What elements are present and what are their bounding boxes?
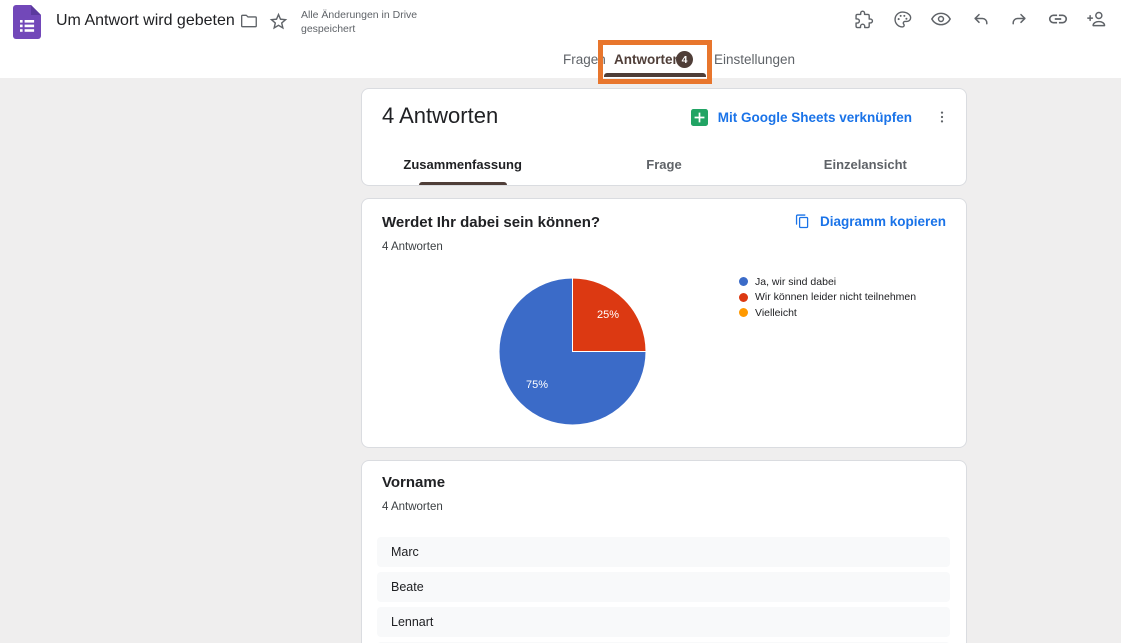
answer-row: Marc [377,537,950,567]
add-ons-button[interactable] [851,7,875,31]
subtab-einzelansicht[interactable]: Einzelansicht [765,143,966,185]
link-icon [1048,14,1068,24]
legend-item: Wir können leider nicht teilnehmen [739,290,916,306]
legend-dot-orange [739,308,748,318]
puzzle-icon [854,10,873,28]
person-add-icon [1087,11,1106,27]
legend-dot-blue [739,277,748,287]
question-title: Vorname [382,474,446,491]
google-forms-icon[interactable] [13,5,41,39]
question-summary-card: Werdet Ihr dabei sein können? 4 Antworte… [361,198,967,448]
folder-icon [241,14,257,28]
active-subtab-indicator [418,181,507,185]
responses-header-card: 4 Antworten Mit Google Sheets verknüpfen… [361,88,967,186]
redo-icon [1011,13,1026,25]
tab-antworten[interactable]: Antworten [614,52,681,67]
google-sheets-icon [690,108,708,126]
google-forms-responses-page: Um Antwort wird gebeten Alle Änderungen … [0,0,1121,643]
header-toolbar [851,7,1109,31]
responses-count-title: 4 Antworten [382,103,499,128]
autosave-status: Alle Änderungen in Drive gespeichert [301,9,418,36]
customize-theme-button[interactable] [890,7,914,31]
question-response-count: 4 Antworten [382,501,443,513]
subtab-frage[interactable]: Frage [563,143,764,185]
answer-row: Beate [377,572,950,602]
answer-list: Marc Beate Lennart [377,537,950,643]
subtab-zusammenfassung[interactable]: Zusammenfassung [362,143,563,185]
more-options-button[interactable] [934,107,950,127]
undo-icon [973,13,988,25]
header-bar: Um Antwort wird gebeten Alle Änderungen … [0,0,1121,78]
eye-icon [931,12,951,26]
text-answers-card: Vorname 4 Antworten Marc Beate Lennart [361,460,967,643]
pie-chart: 75% 25% [498,277,647,426]
question-response-count: 4 Antworten [382,241,443,253]
copy-chart-button[interactable]: Diagramm kopieren [794,213,946,230]
legend-item: Vielleicht [739,305,916,321]
tab-fragen[interactable]: Fragen [563,52,606,67]
star-icon [269,12,287,29]
answer-row: Lennart [377,607,950,637]
kebab-menu-icon [940,111,944,123]
copy-icon [795,214,809,229]
undo-button[interactable] [968,7,992,31]
redo-button[interactable] [1007,7,1031,31]
tab-einstellungen[interactable]: Einstellungen [714,52,795,67]
active-tab-indicator [604,73,706,77]
document-title[interactable]: Um Antwort wird gebeten [56,12,235,30]
responses-subtabs: Zusammenfassung Frage Einzelansicht [362,143,966,185]
move-to-folder-button[interactable] [237,9,261,33]
pie-label-25: 25% [596,309,620,321]
chart-legend: Ja, wir sind dabei Wir können leider nic… [739,274,916,321]
response-count-badge: 4 [676,51,693,68]
add-collaborators-button[interactable] [1085,7,1109,31]
legend-item: Ja, wir sind dabei [739,274,916,290]
palette-icon [893,10,911,28]
legend-dot-red [739,292,748,302]
pie-label-75: 75% [525,379,549,391]
link-to-sheets-button[interactable]: Mit Google Sheets verknüpfen [718,110,912,125]
copy-link-button[interactable] [1046,7,1070,31]
question-title: Werdet Ihr dabei sein können? [382,214,601,231]
star-button[interactable] [266,9,290,33]
preview-button[interactable] [929,7,953,31]
